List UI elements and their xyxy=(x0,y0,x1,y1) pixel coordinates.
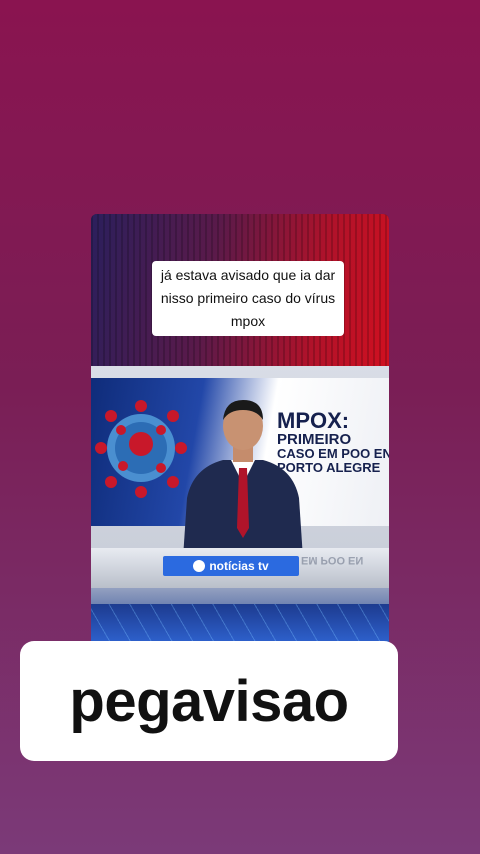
username-text: pegavisao xyxy=(69,668,349,734)
news-anchor-figure xyxy=(183,400,303,558)
channel-logo-icon xyxy=(193,560,206,572)
desk-reflection-text: EM POO EN xyxy=(301,554,364,566)
news-studio-image: MPOX: PRIMEIRO CASO EM POO EN PORTO ALEG… xyxy=(91,366,389,646)
channel-logo-text: notícias tv xyxy=(209,559,269,573)
studio-floor xyxy=(91,604,389,646)
channel-logo: notícias tv xyxy=(163,556,299,576)
username-sticker[interactable]: pegavisao xyxy=(20,641,398,761)
story-post-media[interactable]: já estava avisado que ia dar nisso prime… xyxy=(91,214,389,646)
post-caption-area: já estava avisado que ia dar nisso prime… xyxy=(91,214,389,366)
caption-text: já estava avisado que ia dar nisso prime… xyxy=(152,261,344,336)
